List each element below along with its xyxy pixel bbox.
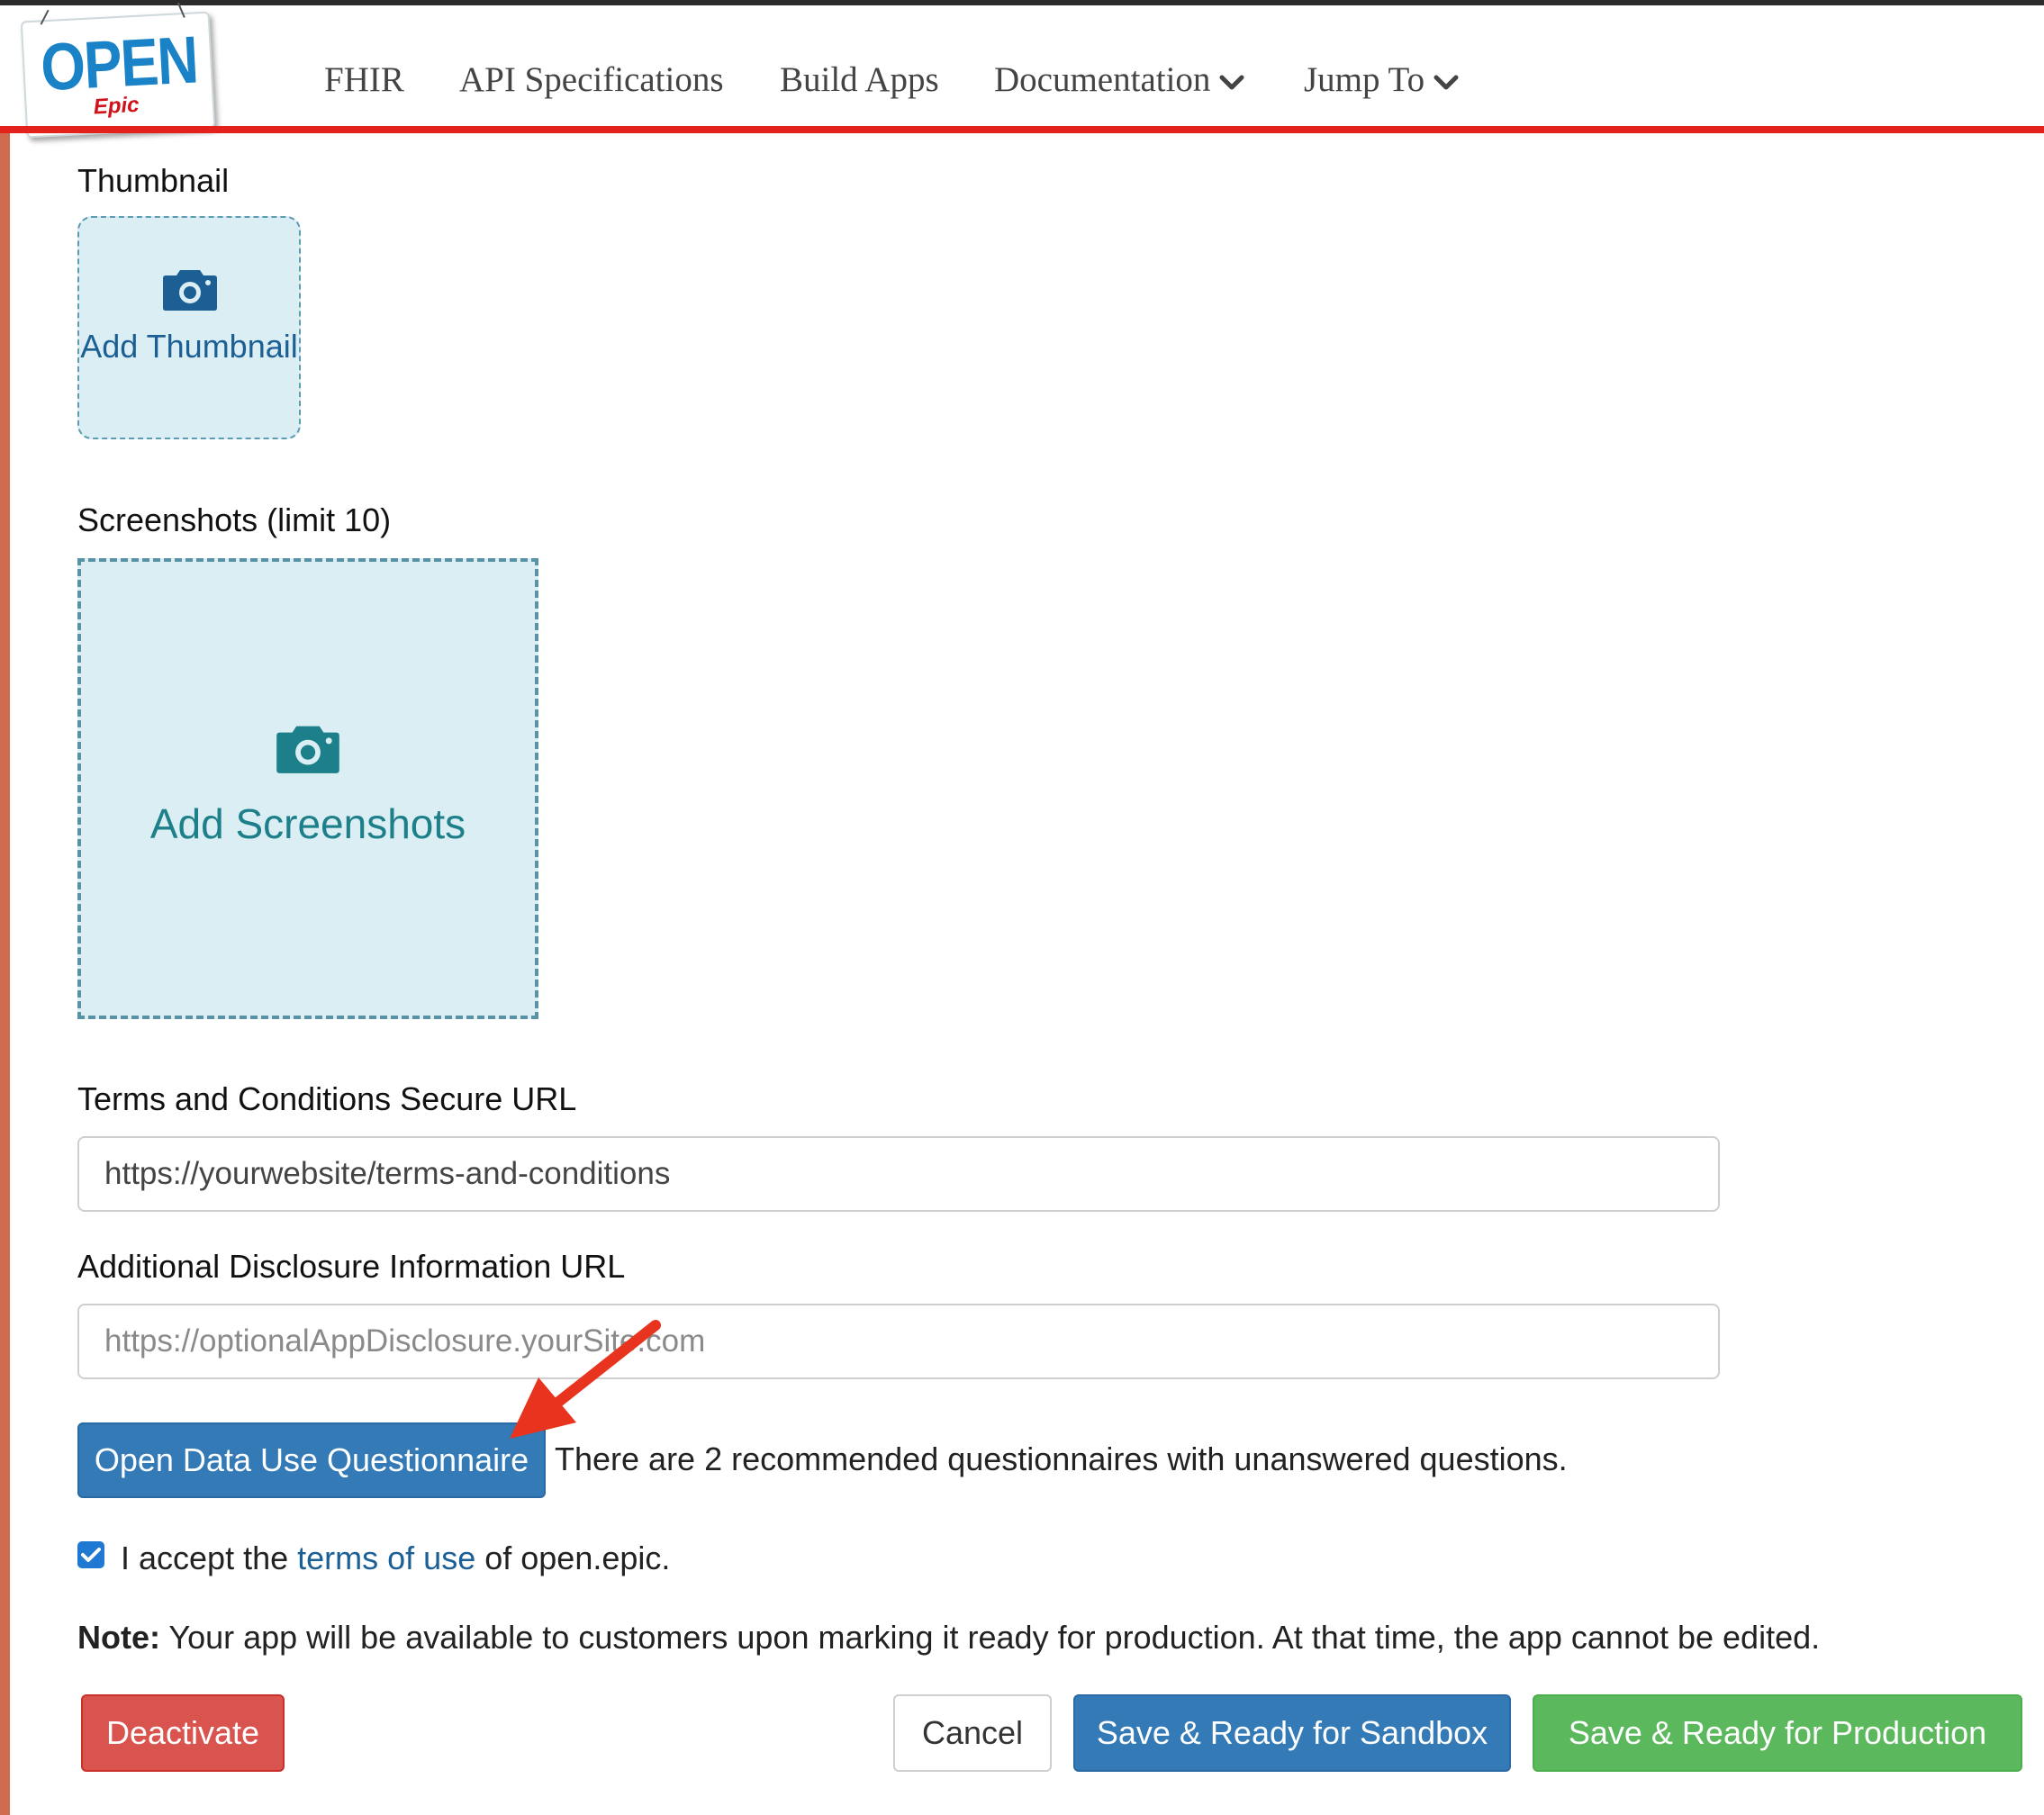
chevron-down-icon xyxy=(1434,75,1459,90)
terms-url-input[interactable] xyxy=(77,1136,1720,1212)
accept-suffix: of open.epic. xyxy=(484,1540,671,1576)
add-screenshots-text: Add Screenshots xyxy=(149,800,466,847)
add-thumbnail-text: Add Thumbnail xyxy=(80,328,298,365)
add-screenshots-dropzone[interactable]: Add Screenshots xyxy=(77,558,538,1019)
nav-documentation[interactable]: Documentation xyxy=(994,59,1244,100)
thumbnail-label: Thumbnail xyxy=(77,162,230,199)
camera-icon xyxy=(163,270,217,311)
left-edge-strip xyxy=(0,133,10,1815)
note-label: Note: xyxy=(77,1619,160,1656)
chevron-down-icon xyxy=(1219,75,1244,90)
accept-terms-text: I accept the terms of use of open.epic. xyxy=(121,1540,670,1577)
disclosure-url-input[interactable] xyxy=(77,1304,1720,1379)
open-questionnaire-button[interactable]: Open Data Use Questionnaire xyxy=(77,1422,546,1498)
logo-pin xyxy=(40,9,50,25)
nav-documentation-label: Documentation xyxy=(994,60,1211,99)
cancel-button[interactable]: Cancel xyxy=(893,1694,1052,1772)
nav-api-specifications[interactable]: API Specifications xyxy=(459,59,724,100)
nav-jump-to[interactable]: Jump To xyxy=(1304,59,1459,100)
save-ready-sandbox-button[interactable]: Save & Ready for Sandbox xyxy=(1073,1694,1511,1772)
deactivate-button[interactable]: Deactivate xyxy=(81,1694,285,1772)
camera-icon xyxy=(276,726,339,773)
save-ready-production-button[interactable]: Save & Ready for Production xyxy=(1533,1694,2022,1772)
nav-fhir[interactable]: FHIR xyxy=(324,59,404,100)
add-thumbnail-dropzone[interactable]: Add Thumbnail xyxy=(77,216,301,439)
questionnaire-status-text: There are 2 recommended questionnaires w… xyxy=(555,1440,1568,1477)
site-header: OPEN Epic FHIR API Specifications Build … xyxy=(0,2,2044,139)
terms-url-label: Terms and Conditions Secure URL xyxy=(77,1080,577,1117)
accept-prefix: I accept the xyxy=(121,1540,289,1576)
checkmark-icon xyxy=(81,1548,101,1562)
nav-jump-to-label: Jump To xyxy=(1304,60,1425,99)
accept-terms-checkbox[interactable] xyxy=(77,1541,104,1568)
note-text: Your app will be available to customers … xyxy=(168,1619,1821,1656)
production-note: Note: Your app will be available to cust… xyxy=(77,1619,1820,1657)
disclosure-url-label: Additional Disclosure Information URL xyxy=(77,1248,626,1285)
screenshots-label: Screenshots (limit 10) xyxy=(77,501,392,538)
logo-pin xyxy=(176,2,185,18)
main-nav: FHIR API Specifications Build Apps Docum… xyxy=(0,59,2044,113)
terms-of-use-link[interactable]: terms of use xyxy=(297,1540,475,1576)
nav-build-apps[interactable]: Build Apps xyxy=(780,59,939,100)
header-accent-line xyxy=(0,126,2044,133)
